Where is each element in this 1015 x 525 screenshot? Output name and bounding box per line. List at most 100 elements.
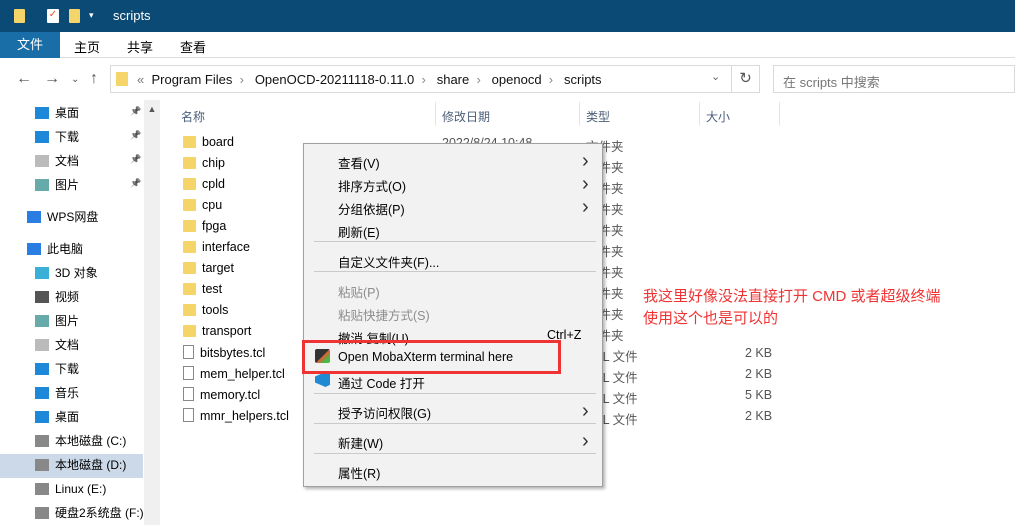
breadcrumb-program-files[interactable]: Program Files [151, 72, 232, 87]
file-row[interactable]: interface [183, 240, 250, 261]
search-input[interactable]: 在 scripts 中搜索 [773, 65, 1015, 93]
pin-icon[interactable]: 📌 [130, 178, 141, 189]
folder-icon [183, 199, 196, 211]
folder-icon [183, 325, 196, 337]
sidebar-item[interactable]: 音乐 [35, 382, 79, 404]
menu-item[interactable]: 新建(W) [338, 433, 383, 452]
breadcrumb-share[interactable]: share [437, 72, 470, 87]
address-bar[interactable]: « Program Files › OpenOCD-20211118-0.11.… [110, 65, 760, 93]
menu-item[interactable]: 通过 Code 打开 [338, 373, 425, 392]
tab-home[interactable]: 主页 [74, 37, 100, 56]
menu-item: 粘贴快捷方式(S) [338, 309, 430, 323]
column-header-type[interactable]: 类型 [586, 108, 610, 125]
column-header-name[interactable]: 名称 [181, 108, 205, 125]
file-name: mmr_helpers.tcl [200, 409, 289, 423]
annotation-text: 使用这个也是可以的 [643, 310, 779, 327]
refresh-button[interactable]: ↻ [731, 66, 759, 92]
sidebar-item[interactable]: 硬盘2系统盘 (F:) [35, 502, 144, 524]
new-folder-icon[interactable] [69, 9, 80, 23]
sidebar-item[interactable]: 图片 [35, 174, 79, 196]
sidebar-item[interactable]: 本地磁盘 (C:) [35, 430, 126, 452]
vscode-icon [315, 372, 330, 387]
file-row[interactable]: target [183, 261, 234, 282]
sidebar-item-label: 硬盘2系统盘 (F:) [55, 506, 144, 520]
tab-share[interactable]: 共享 [127, 37, 153, 56]
recent-locations-button[interactable]: ⌄ [71, 74, 79, 85]
column-header-date[interactable]: 修改日期 [442, 108, 490, 125]
breadcrumb-overflow[interactable]: « [137, 72, 144, 87]
breadcrumb-separator[interactable]: › [476, 72, 480, 87]
sidebar-item[interactable]: 视频 [35, 286, 79, 308]
file-row[interactable]: transport [183, 324, 251, 345]
tab-view[interactable]: 查看 [180, 37, 206, 56]
menu-separator [314, 393, 596, 394]
menu-item[interactable]: 查看(V) [338, 153, 380, 172]
sidebar-scrollbar[interactable]: ▲ [144, 100, 160, 525]
pin-icon[interactable]: 📌 [130, 130, 141, 141]
sidebar-item[interactable]: 桌面 [35, 102, 79, 124]
sidebar-item[interactable]: 桌面 [35, 406, 79, 428]
sidebar-item[interactable]: 图片 [35, 310, 79, 332]
sidebar-item[interactable]: 下载 [35, 126, 79, 148]
file-row[interactable]: test [183, 282, 222, 303]
breadcrumb-separator[interactable]: › [422, 72, 426, 87]
quick-access-dropdown-icon[interactable]: ▾ [89, 10, 94, 21]
sidebar-item[interactable]: 本地磁盘 (D:) [35, 454, 126, 476]
forward-button[interactable]: → [44, 70, 60, 88]
address-dropdown-icon[interactable]: ⌄ [711, 70, 720, 83]
column-divider[interactable] [779, 102, 780, 126]
menu-item[interactable]: 分组依据(P) [338, 199, 405, 218]
menu-item[interactable]: 自定义文件夹(F)... [338, 252, 439, 271]
breadcrumb-openocd[interactable]: openocd [492, 72, 542, 87]
sidebar-item[interactable]: 文档 [35, 150, 79, 172]
sidebar-item[interactable]: 3D 对象 [35, 262, 98, 284]
file-row[interactable]: fpga [183, 219, 226, 240]
sidebar-item[interactable]: 下载 [35, 358, 79, 380]
file-icon [183, 408, 194, 422]
file-row[interactable]: mem_helper.tcl [183, 366, 285, 387]
file-row[interactable]: mmr_helpers.tcl [183, 408, 289, 429]
sidebar-item[interactable]: 此电脑 [27, 238, 83, 260]
chevron-right-icon: › [582, 196, 589, 218]
column-header-size[interactable]: 大小 [706, 108, 730, 125]
up-button[interactable]: ↑ [90, 70, 98, 88]
sidebar-item[interactable]: WPS网盘 [27, 206, 98, 228]
folder-icon [183, 241, 196, 253]
menu-item[interactable]: 授予访问权限(G) [338, 403, 431, 422]
file-row[interactable]: chip [183, 156, 225, 177]
annotation-highlight-box [302, 340, 561, 374]
folder-icon [183, 304, 196, 316]
desktop-icon [35, 411, 49, 423]
menu-item[interactable]: 属性(R) [338, 463, 380, 482]
file-row[interactable]: memory.tcl [183, 387, 260, 408]
pin-icon[interactable]: 📌 [130, 106, 141, 117]
column-divider[interactable] [579, 102, 580, 126]
sidebar-item-label: 文档 [55, 338, 80, 352]
breadcrumb: « Program Files › OpenOCD-20211118-0.11.… [137, 72, 602, 87]
menu-item[interactable]: 刷新(E) [338, 222, 380, 241]
file-row[interactable]: cpu [183, 198, 222, 219]
breadcrumb-scripts[interactable]: scripts [564, 72, 602, 87]
title-bar: ✓ ▾ scripts [0, 0, 1015, 32]
breadcrumb-openocd-version[interactable]: OpenOCD-20211118-0.11.0 [255, 72, 414, 87]
chevron-right-icon: › [582, 150, 589, 172]
cloud-icon [27, 211, 41, 223]
file-row[interactable]: bitsbytes.tcl [183, 345, 265, 366]
menu-item[interactable]: 排序方式(O) [338, 176, 406, 195]
column-divider[interactable] [435, 102, 436, 126]
properties-icon[interactable]: ✓ [47, 9, 59, 23]
breadcrumb-separator[interactable]: › [549, 72, 553, 87]
sidebar-item-label: 图片 [55, 314, 80, 328]
breadcrumb-separator[interactable]: › [240, 72, 244, 87]
tab-file[interactable]: 文件 [0, 32, 60, 58]
pin-icon[interactable]: 📌 [130, 154, 141, 165]
file-name: transport [202, 324, 252, 338]
sidebar-item[interactable]: 文档 [35, 334, 79, 356]
file-row[interactable]: board [183, 135, 234, 156]
file-row[interactable]: cpld [183, 177, 225, 198]
file-row[interactable]: tools [183, 303, 228, 324]
menu-item: 粘贴(P) [338, 286, 380, 300]
column-divider[interactable] [699, 102, 700, 126]
back-button[interactable]: ← [16, 70, 32, 88]
sidebar-item[interactable]: Linux (E:) [35, 478, 106, 500]
